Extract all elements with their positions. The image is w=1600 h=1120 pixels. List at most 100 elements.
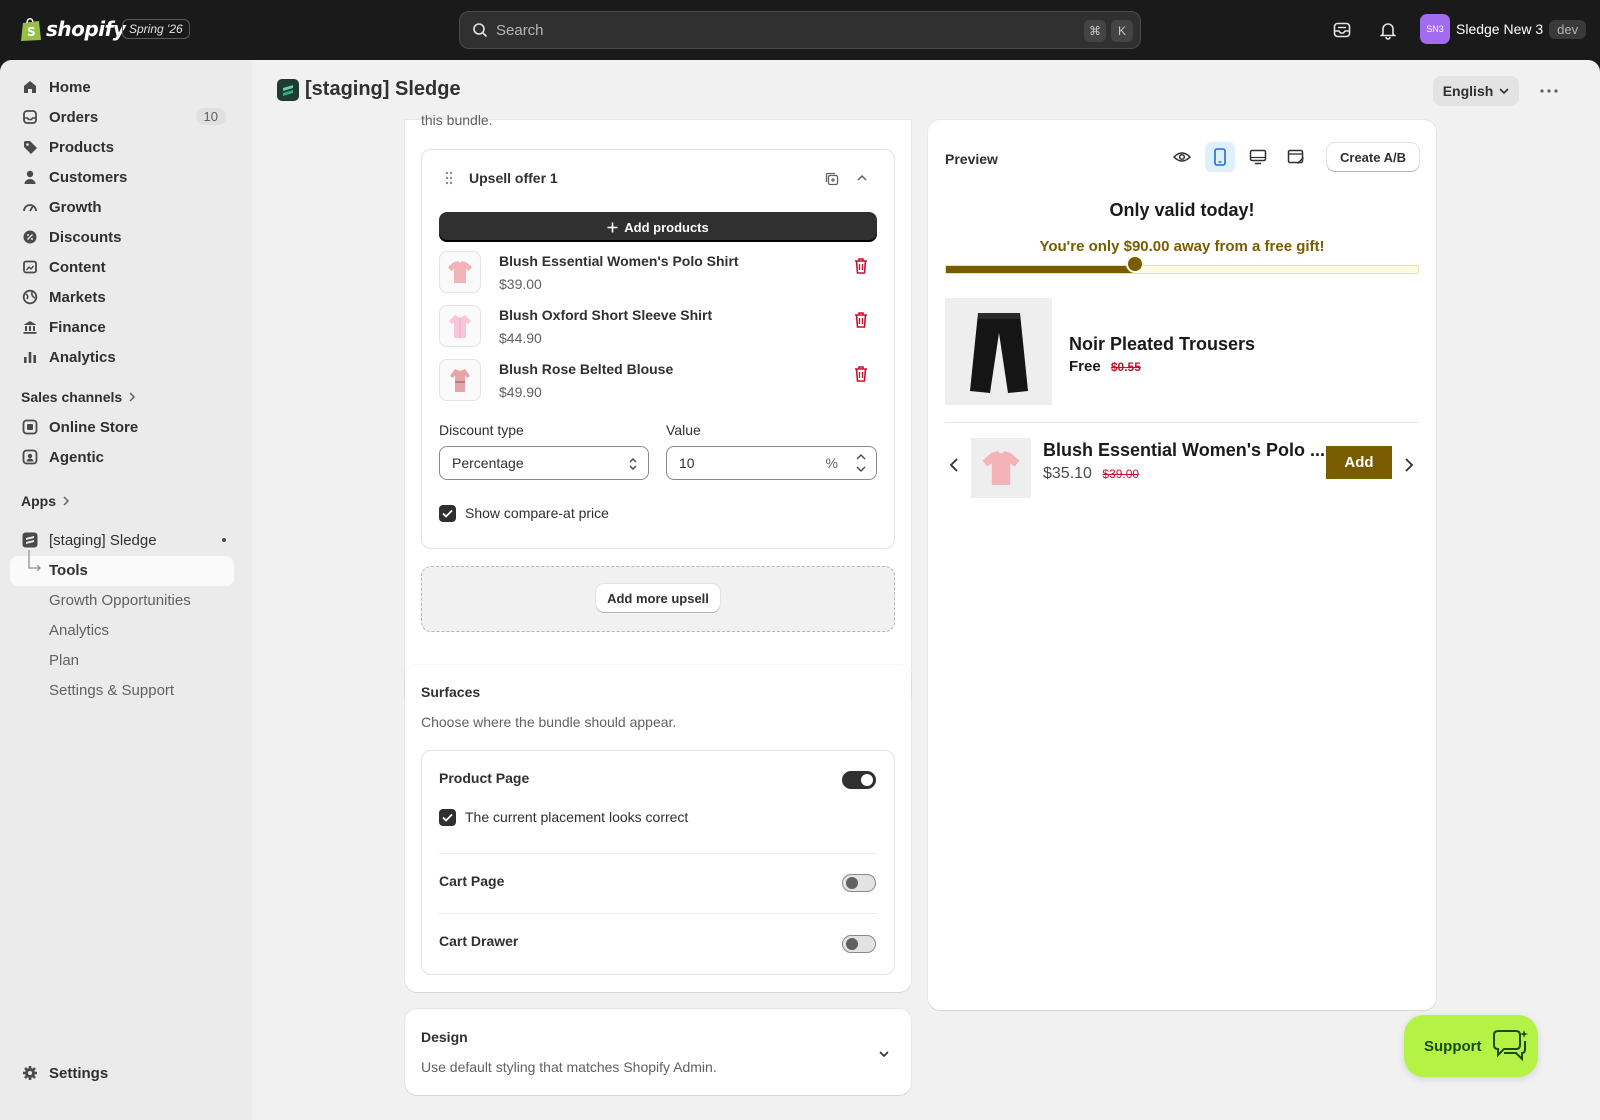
upsell-compare-price: $39.00 [1102, 467, 1140, 481]
support-button[interactable]: Support [1404, 1015, 1538, 1077]
add-more-upsell-button[interactable]: Add more upsell [596, 584, 720, 612]
product-thumbnail [439, 251, 481, 293]
product-page-toggle[interactable] [842, 771, 876, 789]
trousers-icon [969, 312, 1028, 393]
sidebar-subitem-settings-support[interactable]: Settings & Support [49, 682, 174, 699]
tag-icon [21, 138, 39, 156]
sidebar-item-label: Settings [49, 1064, 109, 1082]
window-edit-icon [1287, 149, 1304, 164]
sidebar-item-growth[interactable]: Growth [10, 192, 234, 222]
sidebar-item-content[interactable]: Content [10, 252, 234, 282]
language-select[interactable]: English [1433, 76, 1519, 106]
percent-suffix: % [825, 455, 838, 471]
sidebar-item-label: [staging] Sledge [49, 531, 157, 549]
search-input[interactable]: Search ⌘ K [459, 11, 1141, 49]
discount-type-select[interactable]: Percentage [439, 446, 649, 480]
sales-channels-heading[interactable]: Sales channels [21, 389, 136, 405]
design-card[interactable] [405, 1009, 911, 1095]
desktop-icon [1249, 149, 1267, 165]
content-icon [21, 258, 39, 276]
add-products-button[interactable]: Add products [439, 212, 877, 242]
chevron-up-icon[interactable] [856, 174, 868, 182]
sidebar-item-label: Products [49, 138, 115, 156]
sidebar-item-online-store[interactable]: Online Store [10, 412, 234, 442]
shopify-logo[interactable]: S shopify [20, 16, 126, 42]
bell-icon[interactable] [1376, 18, 1400, 42]
sidebar-item-settings[interactable]: Settings [10, 1058, 234, 1088]
pin-dot-icon[interactable] [222, 538, 226, 542]
shortcut-k-key: K [1111, 20, 1133, 42]
duplicate-icon[interactable] [824, 171, 840, 187]
trash-icon[interactable] [853, 257, 869, 275]
oxford-shirt-icon [449, 315, 471, 338]
product-price: $39.00 [499, 276, 542, 292]
sidebar-item-finance[interactable]: Finance [10, 312, 234, 342]
trash-icon[interactable] [853, 311, 869, 329]
edition-badge: Spring '26 [122, 19, 190, 39]
sidebar-item-customers[interactable]: Customers [10, 162, 234, 192]
chevron-left-icon[interactable] [949, 458, 959, 472]
dev-badge: dev [1549, 19, 1587, 39]
sidebar-subitem-plan[interactable]: Plan [49, 652, 79, 669]
sidebar-item-agentic[interactable]: Agentic [10, 442, 234, 472]
sidebar-item-home[interactable]: Home [10, 72, 234, 102]
sidebar-item-orders[interactable]: Orders 10 [10, 102, 234, 132]
placement-checkbox[interactable] [439, 809, 456, 826]
product-price: $49.90 [499, 384, 542, 400]
page-title: [staging] Sledge [277, 78, 461, 101]
add-products-label: Add products [624, 219, 709, 235]
placement-label: The current placement looks correct [465, 809, 689, 825]
preview-visibility-button[interactable] [1167, 142, 1197, 172]
sidebar-item-analytics[interactable]: Analytics [10, 342, 234, 372]
checkmark-icon [442, 813, 453, 822]
divider [439, 853, 877, 854]
sidebar-subitem-tools[interactable]: Tools [49, 562, 88, 579]
create-ab-button[interactable]: Create A/B [1327, 143, 1419, 171]
sidebar-subitem-analytics[interactable]: Analytics [49, 622, 109, 639]
preview-headline: Only valid today! [1109, 200, 1255, 220]
gift-progress-bar [945, 265, 1419, 274]
sidebar-item-label: Analytics [49, 348, 116, 366]
account-menu[interactable]: SN3 Sledge New 3 dev [1420, 14, 1587, 44]
chevron-right-icon[interactable] [1404, 458, 1414, 472]
search-icon [473, 23, 488, 38]
more-actions-button[interactable] [1534, 76, 1564, 106]
drag-handle-icon[interactable] [445, 171, 453, 185]
mobile-view-button[interactable] [1205, 142, 1235, 172]
sidebar-item-label: Home [49, 78, 91, 96]
eye-icon [1173, 152, 1191, 162]
trash-icon[interactable] [853, 365, 869, 383]
show-compare-checkbox[interactable] [439, 505, 456, 522]
sidebar-item-label: Orders [49, 108, 99, 126]
sidebar-item-markets[interactable]: Markets [10, 282, 234, 312]
product-thumbnail [439, 305, 481, 347]
sidebar-subitem-growth-opportunities[interactable]: Growth Opportunities [49, 592, 191, 609]
gift-compare-price: $0.55 [1110, 360, 1141, 374]
avatar: SN3 [1420, 14, 1450, 44]
sidebar-item-products[interactable]: Products [10, 132, 234, 162]
preview-add-button[interactable]: Add [1326, 446, 1392, 479]
sidebar-item-discounts[interactable]: Discounts [10, 222, 234, 252]
polo-shirt-icon [982, 451, 1020, 485]
tree-branch-icon [28, 550, 41, 572]
top-bar: S shopify Spring '26 Search ⌘ K SN3 Sled… [0, 0, 1600, 60]
sidebar: Home Orders 10 Products Customers Growth… [0, 60, 252, 1120]
product-name: Blush Oxford Short Sleeve Shirt [499, 307, 713, 323]
chevron-down-icon[interactable] [878, 1050, 890, 1058]
blouse-icon [450, 369, 470, 392]
cart-page-label: Cart Page [439, 873, 505, 889]
editor-view-button[interactable] [1281, 142, 1311, 172]
language-label: English [1442, 83, 1494, 99]
discount-value-input[interactable]: 10 % [666, 446, 877, 480]
product-price: $44.90 [499, 330, 542, 346]
cart-drawer-toggle[interactable] [842, 935, 876, 953]
stepper-arrows-icon[interactable] [853, 451, 869, 475]
upsell-product-image [971, 438, 1031, 498]
sidebar-item-label: Content [49, 258, 106, 276]
chat-bubble-icon [1492, 1030, 1528, 1062]
inbox-icon[interactable] [1330, 18, 1354, 42]
apps-heading[interactable]: Apps [21, 493, 70, 509]
cart-page-toggle[interactable] [842, 874, 876, 892]
sidebar-item-staging-sledge[interactable]: [staging] Sledge [10, 525, 234, 555]
desktop-view-button[interactable] [1243, 142, 1273, 172]
